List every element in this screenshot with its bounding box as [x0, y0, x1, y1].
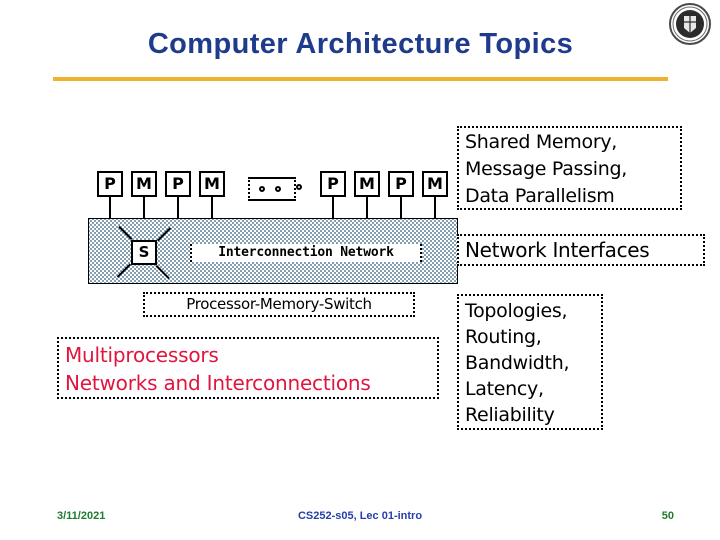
network-interfaces-caption: Network Interfaces [457, 234, 705, 266]
node-stem-m2 [211, 197, 213, 219]
topologies-line-4: Latency, [465, 378, 544, 400]
node-stem-m1 [143, 197, 145, 219]
interconnection-network-label: Interconnection Network [190, 244, 422, 262]
node-stem-p4 [400, 197, 402, 219]
node-box-p3: P [320, 171, 346, 197]
shared-memory-caption: Shared Memory, Message Passing, Data Par… [457, 126, 682, 210]
node-stem-p1 [109, 197, 111, 219]
node-box-p1: P [97, 171, 123, 197]
node-box-m3: M [354, 171, 380, 197]
node-stem-p3 [332, 197, 334, 219]
pms-line-1: Processor-Memory-Switch [186, 295, 372, 313]
ellipsis-dot [275, 186, 281, 192]
multiprocessors-line-1: Multiprocessors [65, 343, 219, 367]
topologies-caption: Topologies, Routing, Bandwidth, Latency,… [457, 294, 603, 430]
footer-page-number: 50 [661, 510, 674, 522]
svg-text:· · · · ·: · · · · · [686, 37, 695, 41]
node-box-m1: M [131, 171, 157, 197]
ellipsis-dot [259, 186, 265, 192]
shared-memory-line-1: Shared Memory, [465, 131, 618, 153]
multiprocessors-caption: Multiprocessors Networks and Interconnec… [57, 337, 439, 399]
node-stem-p2 [177, 197, 179, 219]
ellipsis-dot [296, 184, 302, 190]
slide-canvas: Computer Architecture Topics · · · · · ·… [0, 0, 720, 540]
svg-text:· · · · ·: · · · · · [686, 9, 695, 13]
footer-lecture-id: CS252-s05, Lec 01-intro [297, 510, 423, 522]
topologies-line-2: Routing, [465, 326, 542, 348]
processor-memory-switch-caption: Processor-Memory-Switch [143, 292, 415, 317]
shared-memory-line-2: Message Passing, [465, 158, 627, 180]
topologies-line-5: Reliability [465, 404, 555, 426]
page-title: Computer Architecture Topics [147, 28, 574, 60]
multiprocessors-line-2: Networks and Interconnections [65, 371, 371, 395]
node-box-p4: P [388, 171, 414, 197]
node-stem-m4 [434, 197, 436, 219]
switch-node-box: S [131, 240, 157, 265]
university-seal-icon: · · · · · · · · · · [669, 3, 711, 45]
topologies-line-3: Bandwidth, [465, 352, 570, 374]
title-divider [53, 77, 668, 81]
node-stem-m3 [366, 197, 368, 219]
network-interfaces-line-1: Network Interfaces [465, 238, 650, 262]
node-box-p2: P [165, 171, 191, 197]
shared-memory-line-3: Data Parallelism [465, 185, 615, 207]
topologies-line-1: Topologies, [465, 300, 568, 322]
ellipsis-dots-icon [248, 177, 296, 201]
node-box-m4: M [422, 171, 448, 197]
node-box-m2: M [199, 171, 225, 197]
